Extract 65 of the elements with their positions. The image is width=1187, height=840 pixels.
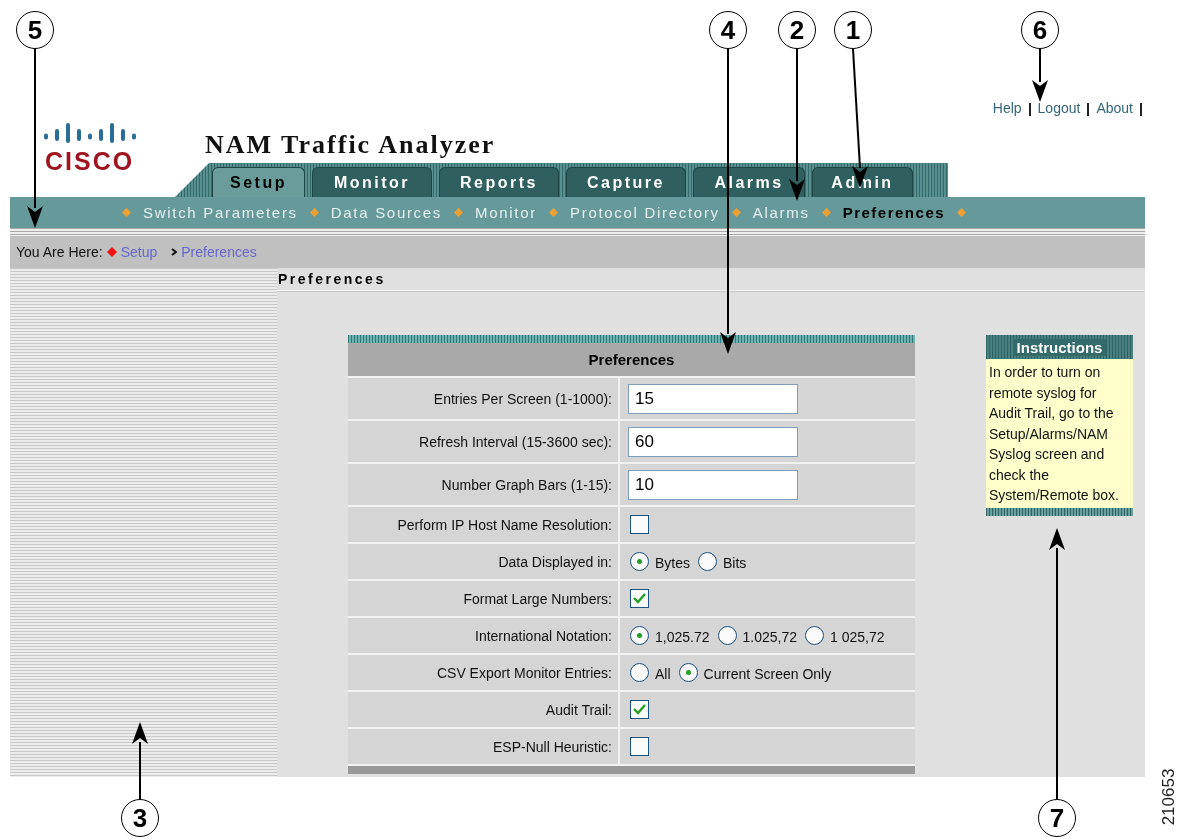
field-label: Audit Trail: [348,692,618,727]
header-link[interactable]: Help [985,100,1029,116]
field-label: ESP-Null Heuristic: [348,729,618,764]
callout-number: 5 [16,11,54,49]
radio-button[interactable] [717,626,737,645]
radio-label[interactable]: Current Screen Only [703,666,832,682]
field-label: Format Large Numbers: [348,581,618,616]
tab[interactable]: Setup [212,167,305,197]
radio-label[interactable]: 1.025,72 [742,629,797,645]
table-title: Preferences [348,343,915,376]
radio-button[interactable] [630,552,649,571]
callout-number: 3 [121,799,159,837]
instructions-title: Instructions [1012,338,1107,356]
diamond-icon [821,208,831,217]
input-field[interactable]: 60 [628,426,798,457]
nav-link[interactable]: Preferences [842,204,946,221]
diamond-icon [309,208,319,217]
diamond-icon [106,247,117,257]
callout-number: 4 [709,11,747,49]
radio-button[interactable] [630,626,649,645]
instructions-text: In order to turn on remote syslog for Audit Trail, go to the Setup/Alarms/NAM Syslog screen and check the System/Remote box. [986,359,1133,508]
callout-number: 6 [1021,11,1059,49]
checkbox[interactable] [630,515,649,534]
callout-arrow [1032,48,1048,102]
diamond-icon [549,208,558,217]
callout-number: 1 [834,11,872,49]
field-label: Data Displayed in: [348,544,618,579]
callout-number: 2 [778,11,816,49]
diamond-icon [454,208,464,217]
radio-label[interactable]: Bytes [655,555,690,571]
radio-button[interactable] [678,663,698,682]
chevron-icon [171,248,178,256]
radio-label[interactable]: All [655,666,671,682]
diamond-icon [122,208,131,217]
field-label: International Notation: [348,618,618,653]
radio-label[interactable]: 1 025,72 [830,629,885,645]
tab[interactable]: Capture [566,167,686,197]
figure-number: 210653 [1159,768,1180,826]
header-link[interactable]: Logout [1030,100,1088,116]
field-label: Refresh Interval (15-3600 sec): [348,421,618,462]
tab[interactable]: Alarms [693,167,805,197]
radio-button[interactable] [630,663,649,682]
radio-button[interactable] [698,552,717,571]
checkbox[interactable] [630,737,649,756]
input-field[interactable]: 10 [628,469,798,500]
checkbox[interactable] [630,589,649,608]
breadcrumb-label: You Are Here: [16,244,103,260]
header-link[interactable]: About [1089,100,1140,116]
callout-number: 7 [1038,799,1076,837]
field-label: Perform IP Host Name Resolution: [348,507,618,542]
checkbox[interactable] [630,700,649,719]
radio-label[interactable]: Bits [723,555,747,571]
page-title: Preferences [277,268,1145,291]
diamond-icon [957,208,967,217]
input-field[interactable]: 15 [628,383,798,414]
tab[interactable]: Monitor [312,167,432,197]
field-label: Number Graph Bars (1-15): [348,464,618,505]
tab[interactable]: Reports [439,167,559,197]
field-label: CSV Export Monitor Entries: [348,655,618,690]
diamond-icon [731,208,741,217]
app-title: NAM Traffic Analyzer [205,130,496,159]
radio-label[interactable]: 1,025.72 [655,629,710,645]
logo-text: CISCO [45,148,135,174]
radio-button[interactable] [805,626,824,645]
field-label: Entries Per Screen (1-1000): [348,378,618,419]
